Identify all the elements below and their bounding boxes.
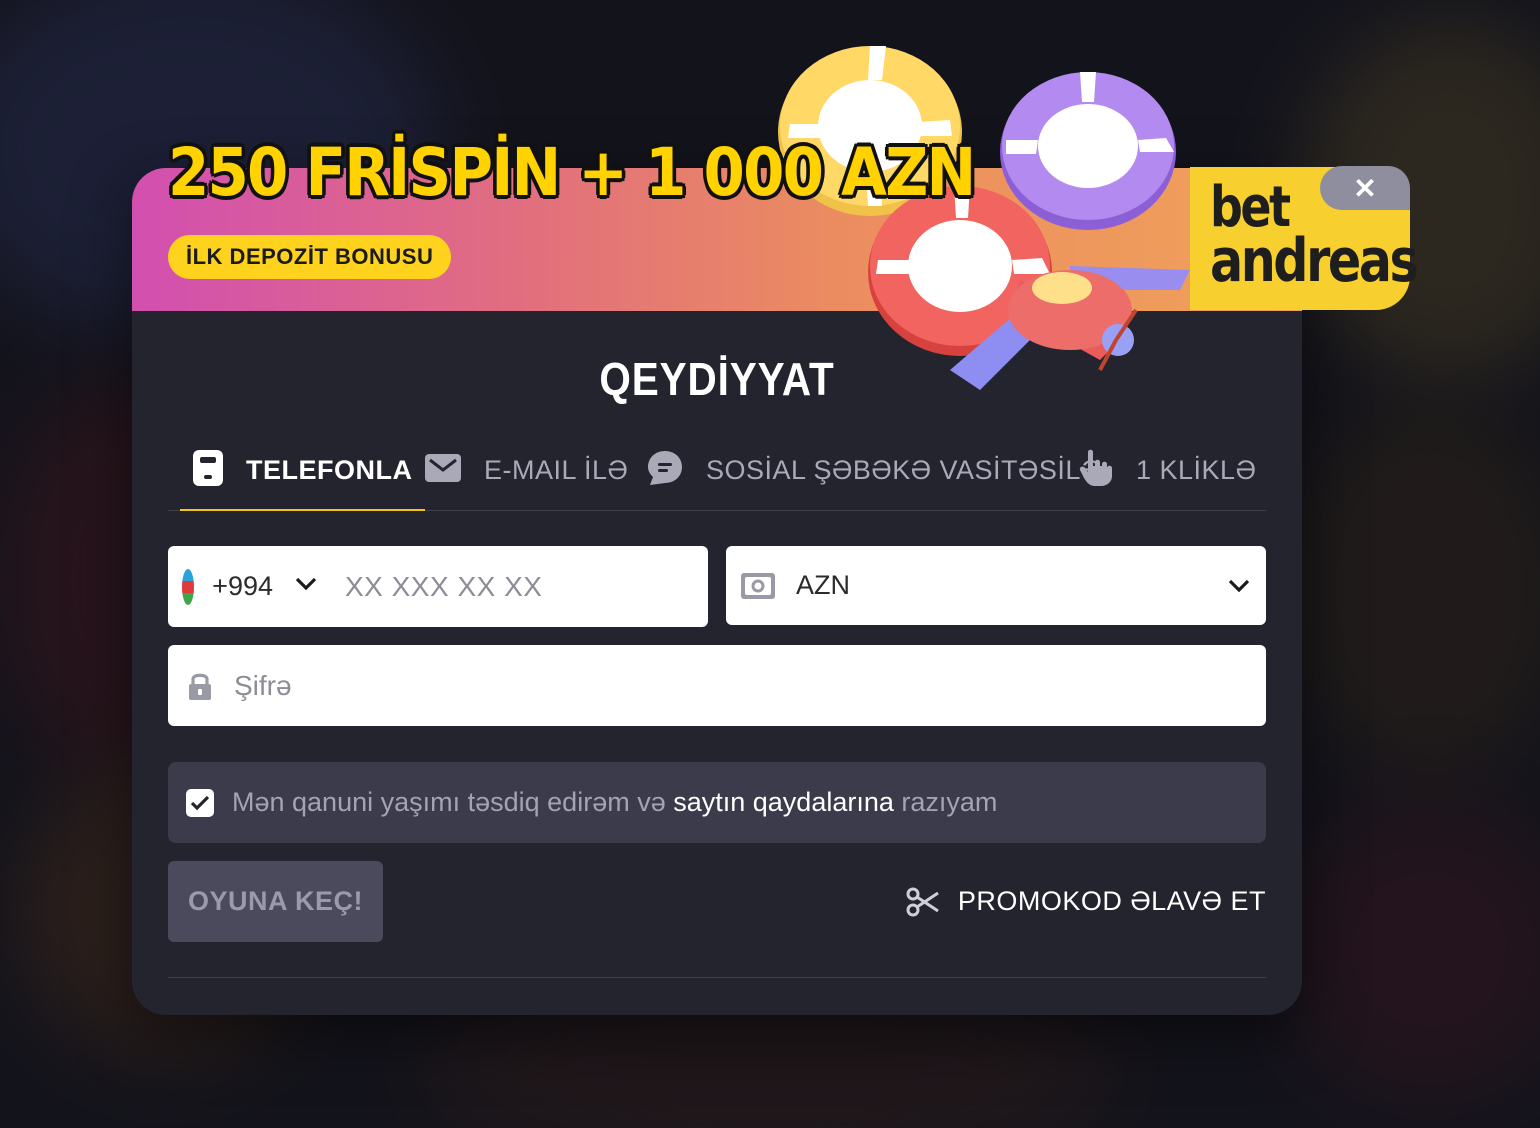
phone-icon <box>192 449 224 492</box>
site-rules-link[interactable]: saytın qaydalarına <box>673 787 894 817</box>
tab-label: 1 KLİKLƏ <box>1136 454 1257 485</box>
chevron-down-icon[interactable] <box>295 577 317 596</box>
add-promo-code-button[interactable]: PROMOKOD ƏLAVƏ ET <box>906 861 1266 942</box>
checkmark-icon <box>190 795 210 810</box>
tab-phone[interactable]: TELEFONLA <box>180 430 424 511</box>
lock-icon <box>188 671 212 701</box>
consent-text: Mən qanuni yaşımı təsdiq edirəm və saytı… <box>232 787 997 818</box>
azerbaijan-flag-icon[interactable] <box>182 568 195 605</box>
registration-method-tabs: TELEFONLA E-MAIL İLƏ SOSİAL ŞƏBƏKƏ VASİT… <box>168 430 1266 511</box>
password-field <box>168 644 1266 727</box>
consent-text-after: razıyam <box>901 787 998 817</box>
tab-email[interactable]: E-MAIL İLƏ <box>424 430 628 510</box>
mail-icon <box>424 453 462 488</box>
chat-icon <box>646 449 684 492</box>
age-consent-row: Mən qanuni yaşımı təsdiq edirəm və saytı… <box>168 762 1266 843</box>
divider <box>168 977 1266 978</box>
tab-label: SOSİAL ŞƏBƏKƏ VASİTƏSİLƏ <box>706 454 1102 485</box>
currency-value: AZN <box>796 570 850 600</box>
tab-one-click[interactable]: 1 KLİKLƏ <box>1078 430 1256 510</box>
promo-label: PROMOKOD ƏLAVƏ ET <box>957 886 1266 916</box>
first-deposit-badge: İLK DEPOZİT BONUSU <box>168 235 452 279</box>
password-input[interactable] <box>232 644 1266 727</box>
consent-checkbox[interactable] <box>186 788 214 817</box>
phone-field: +994 <box>168 545 708 628</box>
close-button[interactable]: ✕ <box>1320 166 1410 210</box>
chevron-down-icon[interactable] <box>1228 579 1250 593</box>
hand-pointer-icon <box>1078 448 1114 493</box>
logo-line-andreas: andreas <box>1210 225 1419 296</box>
country-code[interactable]: +994 <box>212 571 273 602</box>
page-title: QEYDİYYAT <box>599 353 835 405</box>
tab-social[interactable]: SOSİAL ŞƏBƏKƏ VASİTƏSİLƏ <box>646 430 1102 510</box>
currency-select[interactable]: AZN <box>726 546 1266 625</box>
scissors-icon <box>906 887 940 917</box>
banknote-icon <box>740 572 776 600</box>
tab-label: TELEFONLA <box>246 454 413 485</box>
phone-input[interactable] <box>343 545 708 628</box>
purple-chip-icon <box>1000 72 1176 230</box>
consent-text-before: Mən qanuni yaşımı təsdiq edirəm və <box>232 787 666 817</box>
bonus-headline: 250 FRİSPİN + 1 000 AZN <box>168 134 976 211</box>
submit-button[interactable]: OYUNA KEÇ! <box>168 861 383 942</box>
tab-label: E-MAIL İLƏ <box>484 454 629 485</box>
